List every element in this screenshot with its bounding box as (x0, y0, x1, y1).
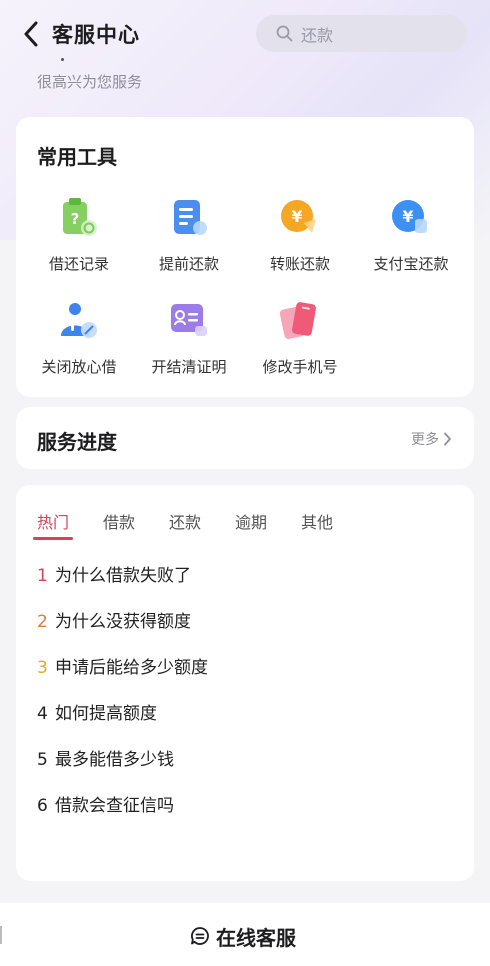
alipay-repay-icon: ¥ (387, 195, 435, 243)
tool-label: 提前还款 (158, 255, 219, 273)
tab-other[interactable]: 其他 (301, 509, 333, 533)
faq-rank: 3 (37, 658, 48, 678)
loan-record-icon: ? (55, 195, 103, 243)
tool-label: 修改手机号 (262, 358, 338, 376)
more-label: 更多 (411, 432, 439, 448)
faq-item[interactable]: 3 申请后能给多少额度 (37, 653, 208, 678)
tab-loan[interactable]: 借款 (103, 509, 135, 533)
chevron-left-icon (24, 21, 38, 47)
faq-item[interactable]: 4 如何提高额度 (37, 699, 157, 724)
close-service-icon (55, 298, 103, 346)
svg-text:?: ? (71, 210, 80, 228)
common-tools-title: 常用工具 (37, 145, 117, 169)
common-tools-card: 常用工具 ? 借还记录 提前还款 ¥ 转账还款 ¥ 支付宝还款 关闭放心借 开结… (16, 117, 474, 397)
service-progress-card[interactable]: 服务进度 更多 (16, 407, 474, 469)
back-button[interactable] (18, 18, 44, 50)
early-repay-icon (165, 195, 213, 243)
header: 客服中心 还款 (0, 0, 490, 68)
tool-label: 关闭放心借 (41, 358, 117, 376)
tool-close-service[interactable]: 关闭放心借 (24, 298, 134, 377)
faq-question: 最多能借多少钱 (55, 750, 174, 770)
faq-rank: 1 (37, 566, 48, 586)
decorative-dot (61, 58, 64, 61)
tool-label: 转账还款 (269, 255, 330, 273)
search-icon (276, 25, 293, 42)
svg-text:¥: ¥ (402, 207, 413, 226)
service-progress-title: 服务进度 (37, 430, 117, 454)
settlement-cert-icon (165, 298, 213, 346)
tool-early-repay[interactable]: 提前还款 (134, 195, 244, 274)
tool-label: 开结清证明 (151, 358, 227, 376)
page-title: 客服中心 (52, 23, 140, 47)
tool-change-phone[interactable]: 修改手机号 (245, 298, 355, 377)
online-service-button[interactable]: 在线客服 (190, 921, 296, 951)
change-phone-icon (276, 298, 324, 346)
edge-divider (0, 926, 2, 944)
greeting-text: 很高兴为您服务 (37, 73, 143, 91)
bottom-bar: 在线客服 (0, 903, 490, 966)
tool-settlement-cert[interactable]: 开结清证明 (134, 298, 244, 377)
tab-overdue[interactable]: 逾期 (235, 509, 267, 533)
faq-rank: 6 (37, 796, 48, 816)
faq-rank: 4 (37, 704, 48, 724)
faq-item[interactable]: 6 借款会查征信吗 (37, 791, 174, 816)
chevron-right-icon (444, 432, 451, 446)
more-link[interactable]: 更多 (411, 429, 452, 449)
tool-label: 借还记录 (48, 255, 109, 273)
tab-hot[interactable]: 热门 (37, 509, 69, 533)
tool-loan-record[interactable]: ? 借还记录 (24, 195, 134, 274)
faq-rank: 5 (37, 750, 48, 770)
faq-card: 热门 借款 还款 逾期 其他 1 为什么借款失败了 2 为什么没获得额度 3 申请后能… (16, 485, 474, 881)
chat-icon (191, 927, 209, 945)
tool-alipay-repay[interactable]: ¥ 支付宝还款 (356, 195, 466, 274)
faq-question: 为什么借款失败了 (55, 566, 191, 586)
tab-repay[interactable]: 还款 (169, 509, 201, 533)
online-service-label: 在线客服 (216, 925, 296, 950)
transfer-repay-icon: ¥ (276, 195, 324, 243)
faq-item[interactable]: 1 为什么借款失败了 (37, 561, 191, 586)
tool-label: 支付宝还款 (373, 255, 449, 273)
search-placeholder: 还款 (301, 25, 334, 45)
faq-question: 如何提高额度 (55, 704, 157, 724)
active-tab-indicator (33, 537, 73, 540)
faq-item[interactable]: 2 为什么没获得额度 (37, 607, 191, 632)
tool-transfer-repay[interactable]: ¥ 转账还款 (245, 195, 355, 274)
search-input[interactable]: 还款 (256, 15, 467, 52)
faq-rank: 2 (37, 612, 48, 632)
faq-item[interactable]: 5 最多能借多少钱 (37, 745, 174, 770)
svg-text:¥: ¥ (291, 207, 302, 226)
faq-question: 为什么没获得额度 (55, 612, 191, 632)
faq-question: 申请后能给多少额度 (55, 658, 208, 678)
faq-question: 借款会查征信吗 (55, 796, 174, 816)
